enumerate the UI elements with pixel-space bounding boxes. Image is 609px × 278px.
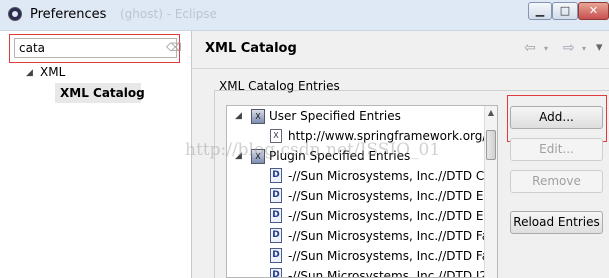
row-label: http://www.springframework.org/ (288, 129, 487, 143)
dtd-file-icon: D (270, 228, 282, 243)
expand-icon[interactable]: ◢ (235, 106, 245, 126)
xml-file-icon: X (270, 129, 282, 143)
scroll-thumb[interactable] (486, 130, 496, 160)
scroll-up-icon[interactable]: ▲ (485, 106, 497, 119)
row-label: -//Sun Microsystems, Inc.//DTD J2 (288, 269, 488, 278)
dtd-file-icon: D (270, 208, 282, 223)
dtd-file-icon: D (270, 168, 282, 183)
back-arrow-icon[interactable]: ⇦ (524, 40, 536, 56)
catalog-entries-tree[interactable]: ◢ X User Specified Entries X http://www.… (226, 105, 498, 278)
close-icon: ✕ (588, 4, 599, 17)
row-label: User Specified Entries (269, 109, 401, 123)
catalog-folder-icon: X (251, 149, 265, 164)
dtd-file-icon: D (270, 268, 282, 277)
row-label: Plugin Specified Entries (269, 149, 411, 163)
tree-item-xml-catalog[interactable]: XML Catalog (60, 86, 145, 100)
row-label: -//Sun Microsystems, Inc.//DTD E (288, 189, 484, 203)
window-title: Preferences (30, 7, 107, 22)
add-button[interactable]: Add... (510, 106, 603, 129)
forward-arrow-icon[interactable]: ⇨ (563, 40, 575, 56)
maximize-icon: □ (559, 4, 571, 17)
row-label: -//Sun Microsystems, Inc.//DTD E (288, 209, 484, 223)
back-dropdown-icon[interactable]: ▾ (544, 44, 548, 53)
edit-button[interactable]: Edit... (510, 138, 603, 161)
maximize-button[interactable]: □ (552, 2, 578, 20)
row-label: -//Sun Microsystems, Inc.//DTD C (288, 169, 485, 183)
dtd-file-icon: D (270, 248, 282, 263)
background-window-ghost-text: (ghost) - Eclipse (120, 7, 217, 21)
remove-button[interactable]: Remove (510, 170, 603, 193)
group-label: XML Catalog Entries (219, 79, 340, 93)
tree-item-xml[interactable]: XML (40, 65, 65, 79)
forward-dropdown-icon[interactable]: ▾ (582, 44, 586, 53)
eclipse-app-icon (8, 7, 22, 21)
close-button[interactable]: ✕ (578, 2, 609, 20)
header-divider (191, 68, 609, 69)
dtd-file-icon: D (270, 188, 282, 203)
expand-icon[interactable]: ◢ (235, 146, 245, 166)
clear-filter-icon[interactable]: ⌫ (166, 42, 182, 54)
filter-input[interactable] (14, 38, 177, 58)
vertical-scrollbar[interactable]: ▲ (484, 106, 497, 278)
tree-expand-icon[interactable]: ◢ (26, 68, 33, 78)
reload-entries-button[interactable]: Reload Entries (510, 211, 603, 234)
minimize-icon: ▁ (535, 4, 545, 17)
page-title: XML Catalog (205, 41, 297, 56)
view-menu-icon[interactable]: ▾ (596, 40, 603, 55)
title-bar: Preferences (ghost) - Eclipse (0, 0, 609, 31)
catalog-folder-icon: X (251, 109, 265, 124)
row-label: -//Sun Microsystems, Inc.//DTD Fa (288, 229, 490, 243)
minimize-button[interactable]: ▁ (528, 2, 552, 20)
row-label: -//Sun Microsystems, Inc.//DTD Fa (288, 249, 490, 263)
